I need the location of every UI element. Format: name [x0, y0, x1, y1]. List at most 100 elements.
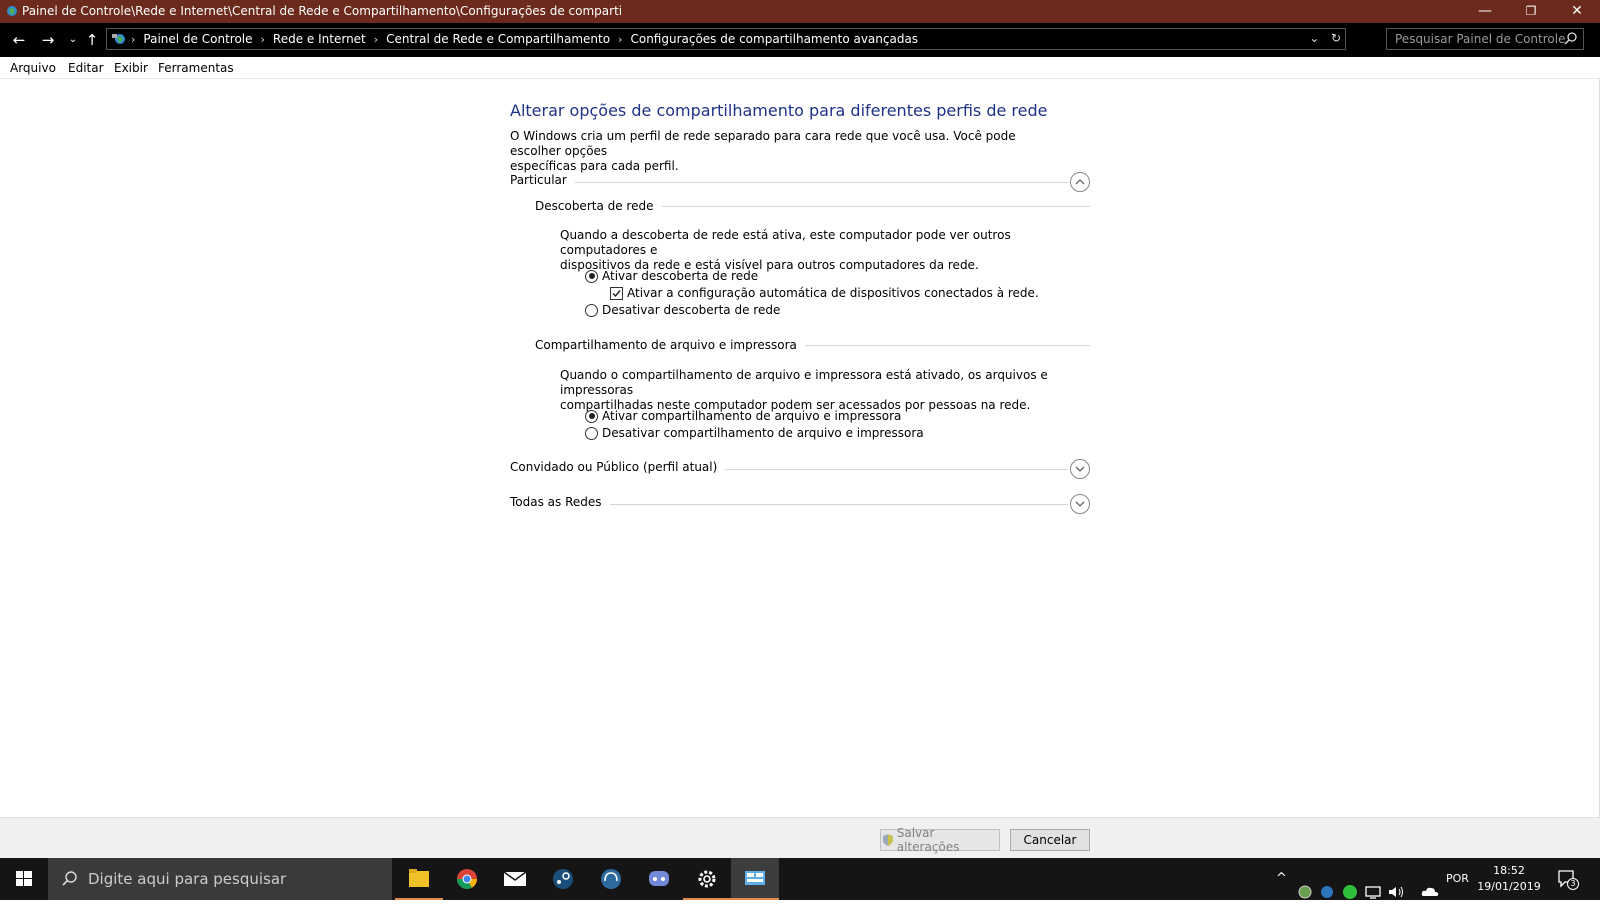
taskbar-discord[interactable] — [635, 858, 683, 900]
expand-chevron-icon[interactable] — [1070, 459, 1090, 479]
profile-particular-header[interactable]: Particular — [510, 173, 575, 187]
close-button[interactable]: ✕ — [1554, 0, 1600, 23]
profile-guest-header[interactable]: Convidado ou Público (perfil atual) — [510, 460, 726, 474]
clock-date: 19/01/2019 — [1477, 880, 1541, 893]
taskbar-mail[interactable] — [491, 858, 539, 900]
radio-sharing-on[interactable]: Ativar compartilhamento de arquivo e imp… — [585, 409, 901, 423]
breadcrumb: › Painel de Controle › Rede e Internet ›… — [131, 32, 918, 46]
uac-shield-icon — [882, 834, 893, 846]
radio-discovery-on[interactable]: Ativar descoberta de rede — [585, 269, 758, 283]
clock-time: 18:52 — [1493, 864, 1525, 877]
taskbar-control-panel[interactable] — [731, 858, 779, 900]
taskbar-teamspeak[interactable] — [587, 858, 635, 900]
start-button[interactable] — [0, 858, 48, 900]
search-icon[interactable] — [1563, 31, 1579, 47]
taskbar-search-input[interactable]: Digite aqui para pesquisar — [48, 858, 392, 900]
windows-logo-icon — [16, 871, 32, 886]
address-actions: ⌄ ↻ — [1309, 31, 1341, 45]
volume-icon[interactable] — [1387, 871, 1407, 913]
breadcrumb-central-de-rede[interactable]: Central de Rede e Compartilhamento — [386, 32, 610, 46]
radio-unselected-icon[interactable] — [585, 303, 598, 317]
window-title: Painel de Controle\Rede e Internet\Centr… — [22, 4, 623, 18]
search-input[interactable]: Pesquisar Painel de Controle — [1386, 28, 1584, 50]
onedrive-cloud-icon[interactable] — [1420, 871, 1440, 913]
taskbar: Digite aqui para pesquisar ^ POR 18:52 1… — [0, 858, 1600, 900]
radio-label: Ativar compartilhamento de arquivo e imp… — [602, 409, 902, 423]
steam-icon — [553, 869, 573, 889]
breadcrumb-painel-de-controle[interactable]: Painel de Controle — [143, 32, 252, 46]
tray-steam-icon[interactable] — [1319, 871, 1335, 913]
menu-exibir[interactable]: Exibir — [114, 61, 148, 75]
headset-icon — [601, 869, 621, 889]
back-arrow-icon[interactable]: ← — [8, 29, 30, 51]
crumb-separator-icon[interactable]: › — [261, 33, 265, 46]
clock[interactable]: 18:52 19/01/2019 — [1474, 863, 1544, 895]
folder-icon — [409, 869, 429, 887]
save-label: Salvar alterações — [896, 826, 960, 854]
page-title: Alterar opções de compartilhamento para … — [510, 101, 1048, 120]
address-field[interactable]: › Painel de Controle › Rede e Internet ›… — [106, 28, 1346, 50]
show-hidden-icons-chevron-icon[interactable]: ^ — [1276, 871, 1287, 913]
control-panel-icon — [745, 871, 765, 885]
radio-unselected-icon[interactable] — [585, 426, 598, 440]
footer-bar: Salvar alterações Cancelar — [0, 817, 1600, 858]
checkbox-auto-config[interactable]: Ativar a configuração automática de disp… — [610, 286, 1039, 300]
sharing-heading: Compartilhamento de arquivo e impressora — [535, 338, 805, 352]
tray-cloud-sync-icon[interactable] — [1341, 871, 1359, 913]
divider — [510, 182, 1068, 183]
collapse-chevron-icon[interactable] — [1070, 172, 1090, 192]
title-bar: Painel de Controle\Rede e Internet\Centr… — [0, 0, 1600, 23]
content-area: Alterar opções de compartilhamento para … — [0, 79, 1600, 817]
network-icon — [7, 6, 17, 16]
checkbox-label: Ativar a configuração automática de disp… — [627, 286, 1039, 300]
forward-arrow-icon[interactable]: → — [37, 29, 59, 51]
sharing-description: Quando o compartilhamento de arquivo e i… — [560, 368, 1080, 413]
intro-text: O Windows cria um perfil de rede separad… — [510, 129, 1070, 174]
network-status-icon[interactable] — [1364, 871, 1382, 913]
cancel-button[interactable]: Cancelar — [1010, 829, 1090, 851]
radio-label: Ativar descoberta de rede — [602, 269, 759, 283]
crumb-separator-icon[interactable]: › — [374, 33, 378, 46]
mail-icon — [503, 871, 527, 886]
save-button[interactable]: Salvar alterações — [880, 826, 1000, 854]
taskbar-chrome[interactable] — [443, 858, 491, 900]
expand-chevron-icon[interactable] — [1070, 494, 1090, 514]
menu-editar[interactable]: Editar — [68, 61, 104, 75]
up-arrow-icon[interactable]: ↑ — [81, 29, 103, 51]
address-dropdown-icon[interactable]: ⌄ — [1309, 31, 1319, 45]
discovery-heading: Descoberta de rede — [535, 199, 662, 213]
discovery-description: Quando a descoberta de rede está ativa, … — [560, 228, 1080, 273]
discord-icon — [649, 871, 669, 886]
action-center-button[interactable]: 3 — [1556, 868, 1580, 892]
taskbar-file-explorer[interactable] — [395, 858, 443, 900]
maximize-button[interactable]: ❐ — [1508, 0, 1554, 23]
radio-selected-icon[interactable] — [585, 269, 598, 283]
breadcrumb-configuracoes-avancadas[interactable]: Configurações de compartilhamento avança… — [630, 32, 918, 46]
chrome-icon — [457, 869, 477, 889]
minimize-button[interactable]: — — [1462, 0, 1508, 23]
tray-globe-icon[interactable] — [1297, 871, 1313, 913]
search-icon — [62, 871, 77, 886]
notification-count-badge: 3 — [1567, 878, 1579, 890]
refresh-icon[interactable]: ↻ — [1331, 31, 1341, 45]
taskbar-settings[interactable] — [683, 858, 731, 900]
menu-ferramentas[interactable]: Ferramentas — [158, 61, 234, 75]
taskbar-steam[interactable] — [539, 858, 587, 900]
radio-label: Desativar descoberta de rede — [602, 303, 781, 317]
control-panel-icon — [112, 34, 125, 44]
radio-sharing-off[interactable]: Desativar compartilhamento de arquivo e … — [585, 426, 924, 440]
taskbar-search-placeholder: Digite aqui para pesquisar — [88, 870, 287, 888]
intro-line-2: específicas para cada perfil. — [510, 159, 679, 173]
language-indicator[interactable]: POR — [1446, 872, 1469, 885]
radio-selected-icon[interactable] — [585, 409, 598, 423]
radio-discovery-off[interactable]: Desativar descoberta de rede — [585, 303, 780, 317]
gear-icon — [698, 870, 716, 888]
profile-all-header[interactable]: Todas as Redes — [510, 495, 610, 509]
sharing-desc-line-1: Quando o compartilhamento de arquivo e i… — [560, 368, 1048, 397]
crumb-separator-icon[interactable]: › — [618, 33, 622, 46]
menu-arquivo[interactable]: Arquivo — [10, 61, 56, 75]
checkbox-checked-icon[interactable] — [610, 286, 623, 300]
breadcrumb-rede-e-internet[interactable]: Rede e Internet — [273, 32, 366, 46]
address-bar-row: ← → ⌄ ↑ › Painel de Controle › Rede e In… — [0, 23, 1600, 57]
intro-line-1: O Windows cria um perfil de rede separad… — [510, 129, 1016, 158]
